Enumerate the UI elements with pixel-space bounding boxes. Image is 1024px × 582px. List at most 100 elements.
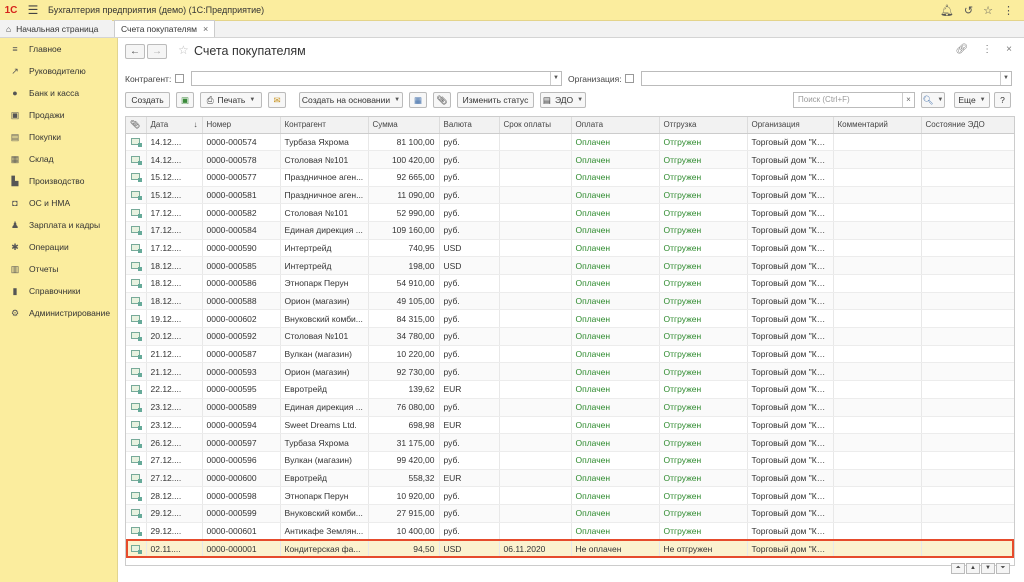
table-row[interactable]: 21.12.... 0000-000587 Вулкан (магазин) 10 2… (126, 345, 1014, 364)
more-button[interactable]: Еще ▼ (954, 92, 990, 108)
table-row[interactable]: 21.12.... 0000-000593 Орион (магазин) 92 73… (126, 362, 1014, 382)
search-input[interactable]: Поиск (Ctrl+F) × (793, 92, 915, 108)
sidebar-item-reports[interactable]: ▥ Отчеты (0, 258, 117, 280)
table-cell: 81 100,00 (368, 133, 440, 152)
column-shipment[interactable]: Отгрузка (659, 117, 748, 134)
main-menu-icon[interactable]: ☰ (22, 3, 44, 17)
help-button[interactable]: ? (994, 92, 1011, 108)
table-row[interactable]: 19.12.... 0000-000602 Внуковский комби... 8… (126, 309, 1014, 329)
edo-button[interactable]: ▤ ЭДО ▼ (540, 92, 586, 108)
scroll-up-icon[interactable]: ▲ (966, 563, 980, 574)
table-row[interactable]: 26.12.... 0000-000597 Турбаза Яхрома 31 175… (126, 433, 1014, 452)
table-cell: Единая дирекция ... (280, 221, 369, 240)
document-icon (126, 433, 147, 452)
counterparty-checkbox[interactable] (175, 74, 184, 83)
table-row[interactable]: 02.11.... 0000-000001 Кондитерская фа... 94… (126, 539, 1014, 558)
table-row[interactable]: 15.12.... 0000-000581 Праздничное аген... 1… (126, 186, 1014, 205)
column-due-date[interactable]: Срок оплаты (499, 117, 572, 134)
table-cell: EUR (439, 416, 500, 435)
table-cell: Торговый дом "Ко... (747, 186, 834, 205)
organization-field[interactable]: ▼ (641, 71, 1012, 86)
scroll-top-icon[interactable]: ⏶ (951, 563, 965, 574)
document-icon (126, 522, 147, 541)
table-row[interactable]: 17.12.... 0000-000590 Интертрейд 740,95 USD О… (126, 239, 1014, 258)
column-payment[interactable]: Оплата (571, 117, 660, 134)
sidebar-item-production[interactable]: ▙ Производство (0, 170, 117, 192)
sidebar-item-bank[interactable]: ● Банк и касса (0, 82, 117, 104)
scroll-down-icon[interactable]: ▼ (981, 563, 995, 574)
table-row[interactable]: 23.12.... 0000-000589 Единая дирекция ... 7… (126, 398, 1014, 417)
search-button[interactable]: 🔍︎ ▼ (921, 92, 945, 108)
sidebar-item-payroll[interactable]: ♟ Зарплата и кадры (0, 214, 117, 236)
counterparty-field[interactable]: ▼ (191, 71, 562, 86)
create-button[interactable]: Создать (125, 92, 170, 108)
table-row[interactable]: 29.12.... 0000-000601 Антикафе Землян... 10… (126, 522, 1014, 541)
organization-label: Организация: (568, 74, 622, 84)
link-icon[interactable]: 🔗︎ (955, 44, 968, 55)
copy-button[interactable]: ▣ (176, 92, 194, 108)
column-sum[interactable]: Сумма (368, 117, 440, 134)
table-row[interactable]: 14.12.... 0000-000578 Столовая №101 100 420… (126, 150, 1014, 169)
sidebar-item-sales[interactable]: ▣ Продажи (0, 104, 117, 126)
table-row[interactable]: 14.12.... 0000-000574 Турбаза Яхрома 81 100… (126, 133, 1014, 152)
table-row[interactable]: 27.12.... 0000-000600 Евротрейд 558,32 EUR Оп… (126, 469, 1014, 488)
print-button[interactable]: ⎙ Печать ▼ (200, 92, 262, 108)
favorite-star-icon[interactable]: ☆ (178, 43, 189, 57)
sidebar-item-manager[interactable]: ↗ Руководителю (0, 60, 117, 82)
table-row[interactable]: 27.12.... 0000-000596 Вулкан (магазин) 99 4… (126, 451, 1014, 470)
attachment-column-icon[interactable]: 📎︎ (126, 117, 147, 134)
table-row[interactable]: 29.12.... 0000-000599 Внуковский комби... 2… (126, 504, 1014, 523)
column-counterparty[interactable]: Контрагент (280, 117, 369, 134)
mail-button[interactable]: ✉ (268, 92, 286, 108)
table-cell: 28.12.... (146, 486, 203, 505)
history-icon[interactable]: ↺ (964, 4, 973, 17)
table-row[interactable]: 20.12.... 0000-000592 Столовая №101 34 780,… (126, 327, 1014, 346)
table-row[interactable]: 15.12.... 0000-000577 Праздничное аген... 9… (126, 168, 1014, 187)
column-date[interactable]: Дата ↓ (146, 117, 203, 134)
table-cell: 99 420,00 (368, 451, 440, 470)
clear-search-icon[interactable]: × (902, 93, 914, 107)
forward-button[interactable]: → (147, 44, 167, 59)
sidebar-item-references[interactable]: ▮ Справочники (0, 280, 117, 302)
table-cell: Отгружен (659, 133, 748, 152)
more-actions-icon[interactable]: ⋮ (982, 44, 992, 55)
create-based-on-button[interactable]: Создать на основании ▼ (299, 92, 403, 108)
scroll-bottom-icon[interactable]: ⏷ (996, 563, 1010, 574)
favorites-star-icon[interactable]: ☆ (983, 4, 993, 17)
table-cell: Торговый дом "Ко... (747, 380, 834, 399)
sidebar-item-purchases[interactable]: ▤ Покупки (0, 126, 117, 148)
column-edo-state[interactable]: Состояние ЭДО (921, 117, 1014, 134)
column-currency[interactable]: Валюта (439, 117, 500, 134)
table-cell: Отгружен (659, 416, 748, 435)
table-cell: 0000-000582 (202, 203, 281, 222)
close-icon[interactable]: × (1006, 44, 1012, 55)
attach-button[interactable]: 📎︎ (433, 92, 451, 108)
table-row[interactable]: 18.12.... 0000-000585 Интертрейд 198,00 USD О… (126, 256, 1014, 275)
table-row[interactable]: 23.12.... 0000-000594 Sweet Dreams Ltd. 698… (126, 416, 1014, 435)
back-button[interactable]: ← (125, 44, 145, 59)
tab-invoices[interactable]: Счета покупателям × (114, 20, 216, 37)
table-row[interactable]: 18.12.... 0000-000588 Орион (магазин) 49 10… (126, 292, 1014, 311)
more-icon[interactable]: ⋮ (1003, 4, 1014, 17)
table-row[interactable]: 22.12.... 0000-000595 Евротрейд 139,62 EUR Оп… (126, 380, 1014, 399)
tab-home[interactable]: ⌂ Начальная страница (0, 20, 112, 37)
column-organization[interactable]: Организация (747, 117, 834, 134)
chevron-down-icon[interactable]: ▼ (1000, 72, 1011, 85)
column-number[interactable]: Номер (202, 117, 281, 134)
table-row[interactable]: 18.12.... 0000-000586 Этнопарк Перун 54 910… (126, 274, 1014, 293)
sidebar-item-admin[interactable]: ⚙ Администрирование (0, 302, 117, 324)
structure-button[interactable]: ▦ (409, 92, 427, 108)
bell-icon[interactable]: 🔔︎ (940, 4, 954, 17)
sidebar-item-warehouse[interactable]: ▦ Склад (0, 148, 117, 170)
chevron-down-icon[interactable]: ▼ (550, 72, 561, 85)
column-comment[interactable]: Комментарий (833, 117, 922, 134)
organization-checkbox[interactable] (625, 74, 634, 83)
sidebar-item-assets[interactable]: ◘ ОС и НМА (0, 192, 117, 214)
sidebar-item-main[interactable]: ≡ Главное (0, 38, 117, 60)
sidebar-item-operations[interactable]: ✱ Операции (0, 236, 117, 258)
table-row[interactable]: 17.12.... 0000-000584 Единая дирекция ... 1… (126, 221, 1014, 240)
table-row[interactable]: 17.12.... 0000-000582 Столовая №101 52 990,… (126, 203, 1014, 222)
table-row[interactable]: 28.12.... 0000-000598 Этнопарк Перун 10 920… (126, 486, 1014, 505)
change-status-button[interactable]: Изменить статус (457, 92, 534, 108)
close-tab-icon[interactable]: × (203, 24, 208, 34)
